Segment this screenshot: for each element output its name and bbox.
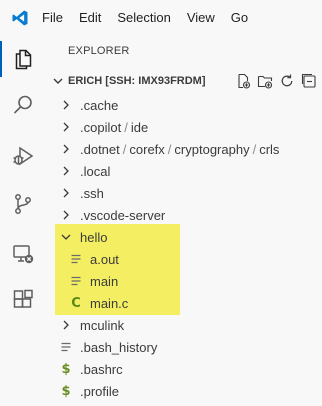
- tree-path-segment: cryptography: [174, 141, 250, 157]
- tree-item-label: .local: [80, 163, 111, 179]
- shell-script-icon: $: [61, 361, 71, 377]
- remote-explorer-icon: [13, 245, 34, 264]
- file-lines-icon: [58, 339, 74, 355]
- tree-path-segment: corefx: [129, 141, 165, 157]
- tree-item-bashrc[interactable]: $ .bashrc: [46, 358, 322, 380]
- chevron-right-icon: [58, 317, 74, 333]
- new-folder-icon: [257, 75, 273, 89]
- tree-path-segment: .copilot: [80, 119, 122, 135]
- tree-item-copilot-ide[interactable]: .copilot / ide: [46, 116, 322, 138]
- section-actions: [232, 70, 320, 92]
- menu-file[interactable]: File: [42, 10, 71, 25]
- tree-item-profile[interactable]: $ .profile: [46, 380, 322, 402]
- activity-extensions[interactable]: [0, 278, 46, 322]
- chevron-right-icon: [58, 185, 74, 201]
- menu-edit[interactable]: Edit: [79, 10, 109, 25]
- tree-item-cache[interactable]: .cache: [46, 94, 322, 116]
- tree-item-label: a.out: [90, 251, 119, 267]
- activity-search[interactable]: [0, 83, 46, 127]
- extensions-icon: [13, 289, 33, 308]
- search-icon: [13, 95, 32, 114]
- tree-path-segment: ide: [130, 119, 149, 135]
- run-debug-icon: [13, 146, 34, 166]
- chevron-right-icon: [58, 141, 74, 157]
- chevron-down-icon: [53, 78, 63, 84]
- tree-item-local[interactable]: .local: [46, 160, 322, 182]
- tree-item-ssh[interactable]: .ssh: [46, 182, 322, 204]
- explorer-sidebar: EXPLORER ERICH [SSH: IMX93FRDM] .cache .…: [46, 35, 322, 406]
- chevron-down-icon: [58, 229, 74, 245]
- file-lines-icon: [68, 251, 84, 267]
- menu-view[interactable]: View: [187, 10, 223, 25]
- activity-bar: [0, 35, 46, 406]
- collapse-all-icon: [301, 73, 316, 88]
- collapse-all-button[interactable]: [298, 70, 320, 92]
- tree-item-label: mculink: [80, 317, 125, 333]
- tree-item-label: .bash_history: [80, 339, 158, 355]
- tree-item-a-out[interactable]: a.out: [46, 248, 322, 270]
- shell-script-icon: $: [61, 383, 71, 399]
- menu-selection[interactable]: Selection: [117, 10, 178, 25]
- tree-path-segment: crls: [259, 141, 280, 157]
- tree-item-label: .ssh: [80, 185, 104, 201]
- chevron-right-icon: [58, 163, 74, 179]
- chevron-right-icon: [58, 207, 74, 223]
- tree-item-label: main: [90, 273, 119, 289]
- tree-item-main[interactable]: main: [46, 270, 322, 292]
- tree-item-main-c[interactable]: C main.c: [46, 292, 322, 314]
- activity-remote-explorer[interactable]: [0, 232, 46, 276]
- activity-explorer[interactable]: [0, 37, 46, 81]
- activity-run-debug[interactable]: [0, 134, 46, 178]
- menu-go[interactable]: Go: [231, 10, 256, 25]
- workspace-title: ERICH [SSH: IMX93FRDM]: [68, 75, 206, 87]
- tree-item-label: .cache: [80, 97, 119, 113]
- tree-item-label: main.c: [90, 295, 129, 311]
- explorer-icon: [15, 49, 32, 70]
- activity-source-control[interactable]: [0, 182, 46, 226]
- tree-item-mculink[interactable]: mculink: [46, 314, 322, 336]
- tree-item-bash-history[interactable]: .bash_history: [46, 336, 322, 358]
- tree-item-label: .vscode-server: [80, 207, 166, 223]
- file-lines-icon: [68, 273, 84, 289]
- vscode-logo-icon: [12, 10, 28, 25]
- new-file-icon: [238, 73, 251, 89]
- menu-bar: File Edit Selection View Go: [0, 0, 322, 35]
- workspace-section-header[interactable]: ERICH [SSH: IMX93FRDM]: [46, 70, 322, 92]
- c-file-icon: C: [71, 295, 81, 311]
- source-control-icon: [15, 194, 31, 214]
- new-folder-button[interactable]: [254, 70, 276, 92]
- tree-item-hello[interactable]: hello: [46, 226, 322, 248]
- tree-item-vscode-server[interactable]: .vscode-server: [46, 204, 322, 226]
- refresh-button[interactable]: [276, 70, 298, 92]
- chevron-right-icon: [58, 119, 74, 135]
- tree-path-segment: .dotnet: [80, 141, 120, 157]
- tree-item-label: .profile: [80, 383, 120, 399]
- chevron-right-icon: [58, 97, 74, 113]
- explorer-header: EXPLORER: [68, 45, 130, 57]
- refresh-icon: [281, 74, 293, 87]
- tree-item-label: .bashrc: [80, 361, 123, 377]
- new-file-button[interactable]: [232, 70, 254, 92]
- tree-item-dotnet-path[interactable]: .dotnet / corefx / cryptography / crls: [46, 138, 322, 160]
- tree-item-label: hello: [80, 229, 108, 245]
